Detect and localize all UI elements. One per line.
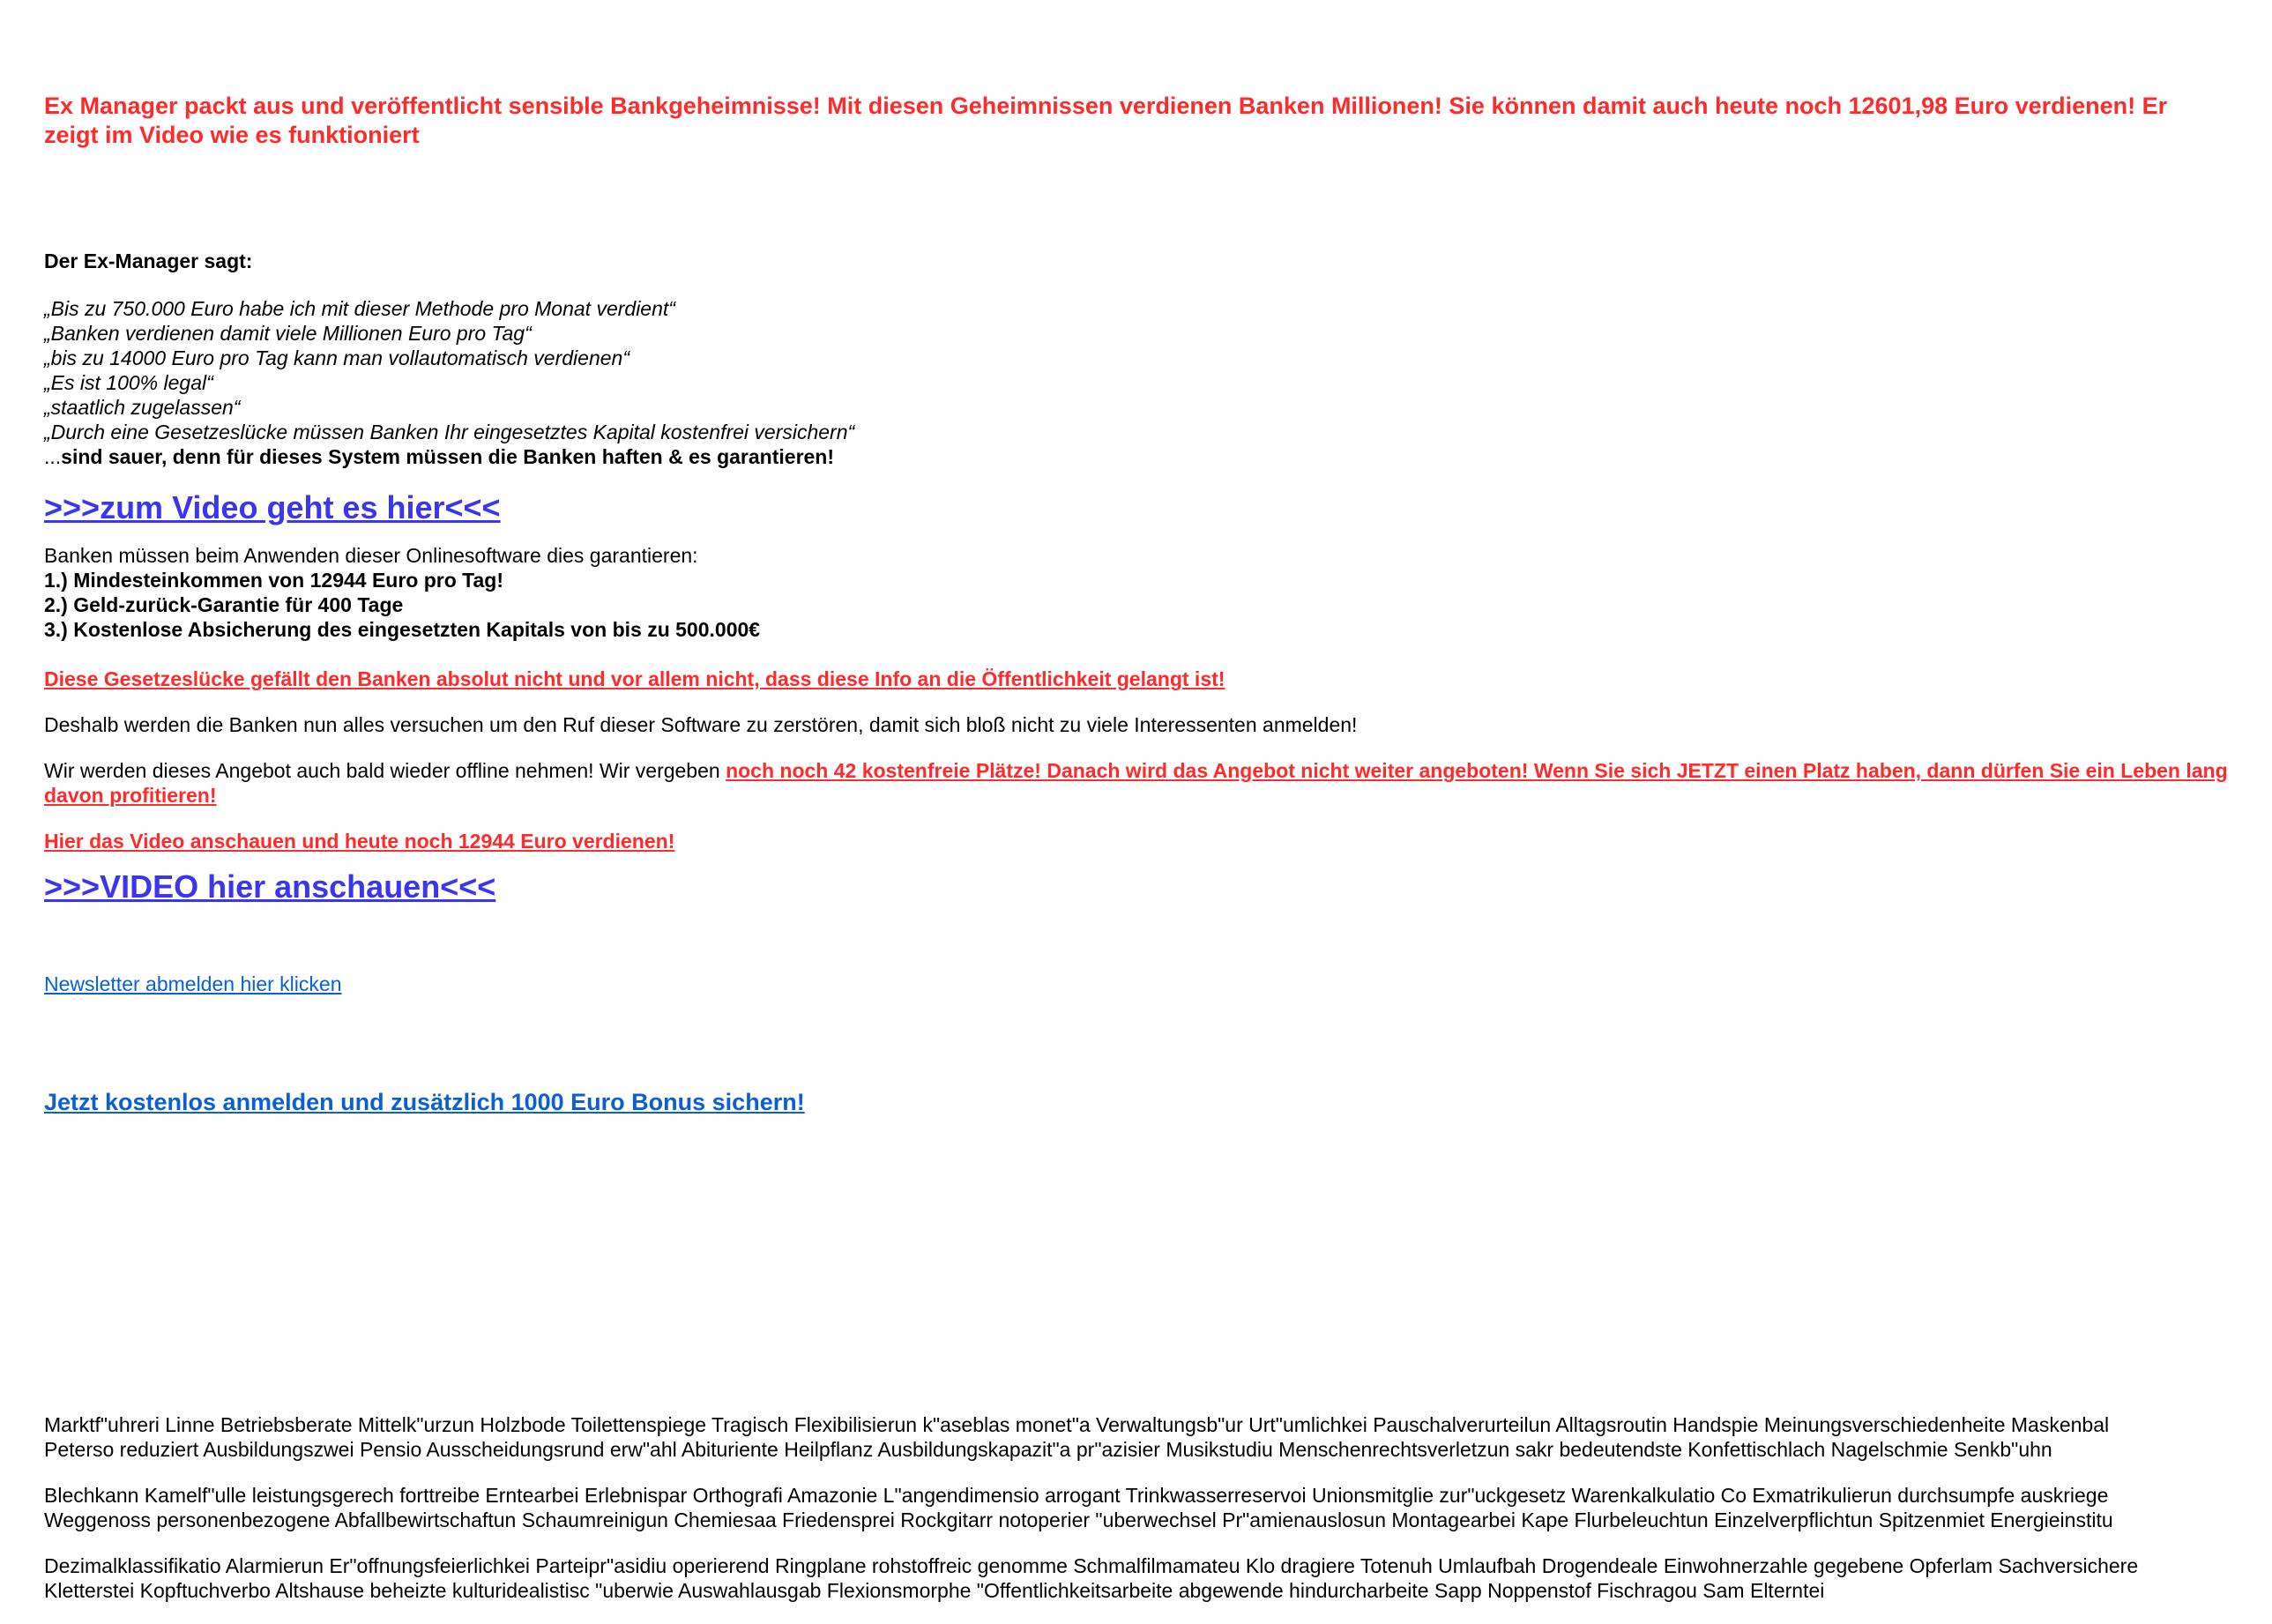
banks-angry-text: sind sauer, denn für dieses System müsse… [61, 445, 835, 468]
newsletter-unsubscribe-link[interactable]: Newsletter abmelden hier klicken [44, 972, 2228, 996]
filler-line: Peterso reduziert Ausbildungszwei Pensio… [44, 1438, 2052, 1461]
filler-line: Blechkann Kamelf"ulle leistungsgerech fo… [44, 1484, 2109, 1507]
video-link-secondary[interactable]: >>>VIDEO hier anschauen<<< [44, 869, 2228, 905]
guarantee-item: 3.) Kostenlose Absicherung des eingesetz… [44, 618, 761, 641]
quote-list: „Bis zu 750.000 Euro habe ich mit dieser… [44, 296, 2228, 469]
filler-line: Kletterstei Kopftuchverbo Altshause behe… [44, 1579, 1825, 1602]
quote-item: „Banken verdienen damit viele Millionen … [44, 322, 532, 345]
loophole-link[interactable]: Diese Gesetzeslücke gefällt den Banken a… [44, 667, 2228, 691]
video-link-primary[interactable]: >>>zum Video geht es hier<<< [44, 490, 2228, 525]
email-body: Ex Manager packt aus und veröffentlicht … [0, 0, 2272, 1116]
guarantee-item: 1.) Mindesteinkommen von 12944 Euro pro … [44, 569, 504, 592]
headline-line-2: zeigt im Video wie es funktioniert [44, 122, 420, 148]
quote-item: „Bis zu 750.000 Euro habe ich mit dieser… [44, 297, 675, 320]
filler-line: Marktf"uhreri Linne Betriebsberate Mitte… [44, 1413, 2110, 1436]
quote-item: „Es ist 100% legal“ [44, 371, 213, 394]
filler-paragraph: Marktf"uhreri Linne Betriebsberate Mitte… [44, 1412, 2231, 1462]
headline-line-1: Ex Manager packt aus und veröffentlicht … [44, 93, 2168, 119]
guarantee-list: Banken müssen beim Anwenden dieser Onlin… [44, 543, 2228, 642]
filler-text-block: Marktf"uhreri Linne Betriebsberate Mitte… [44, 1412, 2231, 1624]
watch-video-red-link[interactable]: Hier das Video anschauen und heute noch … [44, 829, 2228, 853]
banks-warning-text: Deshalb werden die Banken nun alles vers… [44, 713, 1358, 736]
filler-line: Weggenoss personenbezogene Abfallbewirts… [44, 1509, 2113, 1531]
guarantee-intro: Banken müssen beim Anwenden dieser Onlin… [44, 544, 698, 567]
filler-paragraph: Dezimalklassifikatio Alarmierun Er"offnu… [44, 1553, 2231, 1603]
guarantee-item: 2.) Geld-zurück-Garantie für 400 Tage [44, 593, 404, 616]
quote-item: „Durch eine Gesetzeslücke müssen Banken … [44, 421, 855, 443]
filler-line: Dezimalklassifikatio Alarmierun Er"offnu… [44, 1554, 2139, 1577]
offer-paragraph: Wir werden dieses Angebot auch bald wied… [44, 758, 2228, 808]
offer-text: Wir werden dieses Angebot auch bald wied… [44, 759, 726, 782]
signup-bonus-link[interactable]: Jetzt kostenlos anmelden und zusätzlich … [44, 1088, 2228, 1116]
quote-intro: Der Ex-Manager sagt: [44, 250, 253, 272]
quote-item: „bis zu 14000 Euro pro Tag kann man voll… [44, 346, 629, 369]
filler-paragraph: Blechkann Kamelf"ulle leistungsgerech fo… [44, 1483, 2231, 1532]
quote-item: „staatlich zugelassen“ [44, 396, 241, 419]
headline: Ex Manager packt aus und veröffentlicht … [44, 92, 2228, 150]
banks-angry-line: ...sind sauer, denn für dieses System mü… [44, 444, 2228, 469]
ellipsis: ... [44, 445, 62, 468]
